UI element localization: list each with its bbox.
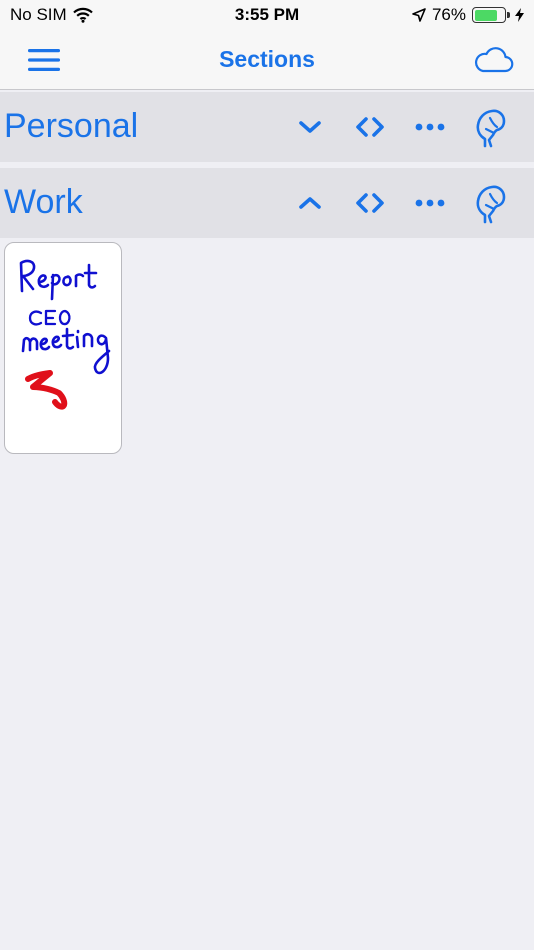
status-right: 76% (412, 5, 524, 25)
handwritten-note-drawing (19, 259, 111, 410)
more-options-button[interactable] (400, 104, 460, 150)
charging-bolt-icon (515, 8, 524, 22)
handwriting-button[interactable] (460, 104, 520, 150)
cloud-icon (474, 47, 514, 73)
hand-pointer-icon (476, 185, 506, 224)
section-actions-work (280, 180, 520, 226)
location-arrow-icon (412, 8, 426, 22)
section-row-personal[interactable]: Personal (0, 92, 534, 162)
more-options-button[interactable] (400, 180, 460, 226)
section-title-personal: Personal (4, 107, 139, 145)
battery-percent: 76% (431, 5, 466, 24)
expand-section-button[interactable] (280, 104, 340, 150)
note-thumbnail[interactable] (4, 242, 122, 454)
code-brackets-icon (356, 193, 384, 213)
handwriting-button[interactable] (460, 180, 520, 226)
cloud-sync-button[interactable] (472, 44, 514, 76)
page-title: Sections (219, 46, 315, 72)
status-bar: No SIM 3:55 PM 76% (0, 0, 534, 30)
screen: No SIM 3:55 PM 76% Sections Personal Wor… (0, 0, 534, 950)
code-brackets-icon (356, 117, 384, 137)
chevron-down-icon (299, 121, 321, 133)
section-actions-personal (280, 104, 520, 150)
section-row-work[interactable]: Work (0, 168, 534, 238)
collapse-section-button[interactable] (280, 180, 340, 226)
battery-icon (472, 7, 510, 23)
section-title-work: Work (4, 183, 83, 221)
hand-pointer-icon (476, 109, 506, 148)
reorder-section-button[interactable] (340, 104, 400, 150)
ellipsis-icon (415, 199, 445, 207)
chevron-up-icon (299, 197, 321, 209)
battery-fill (474, 9, 497, 21)
navigation-bar: Sections (0, 30, 534, 90)
reorder-section-button[interactable] (340, 180, 400, 226)
ellipsis-icon (415, 123, 445, 131)
